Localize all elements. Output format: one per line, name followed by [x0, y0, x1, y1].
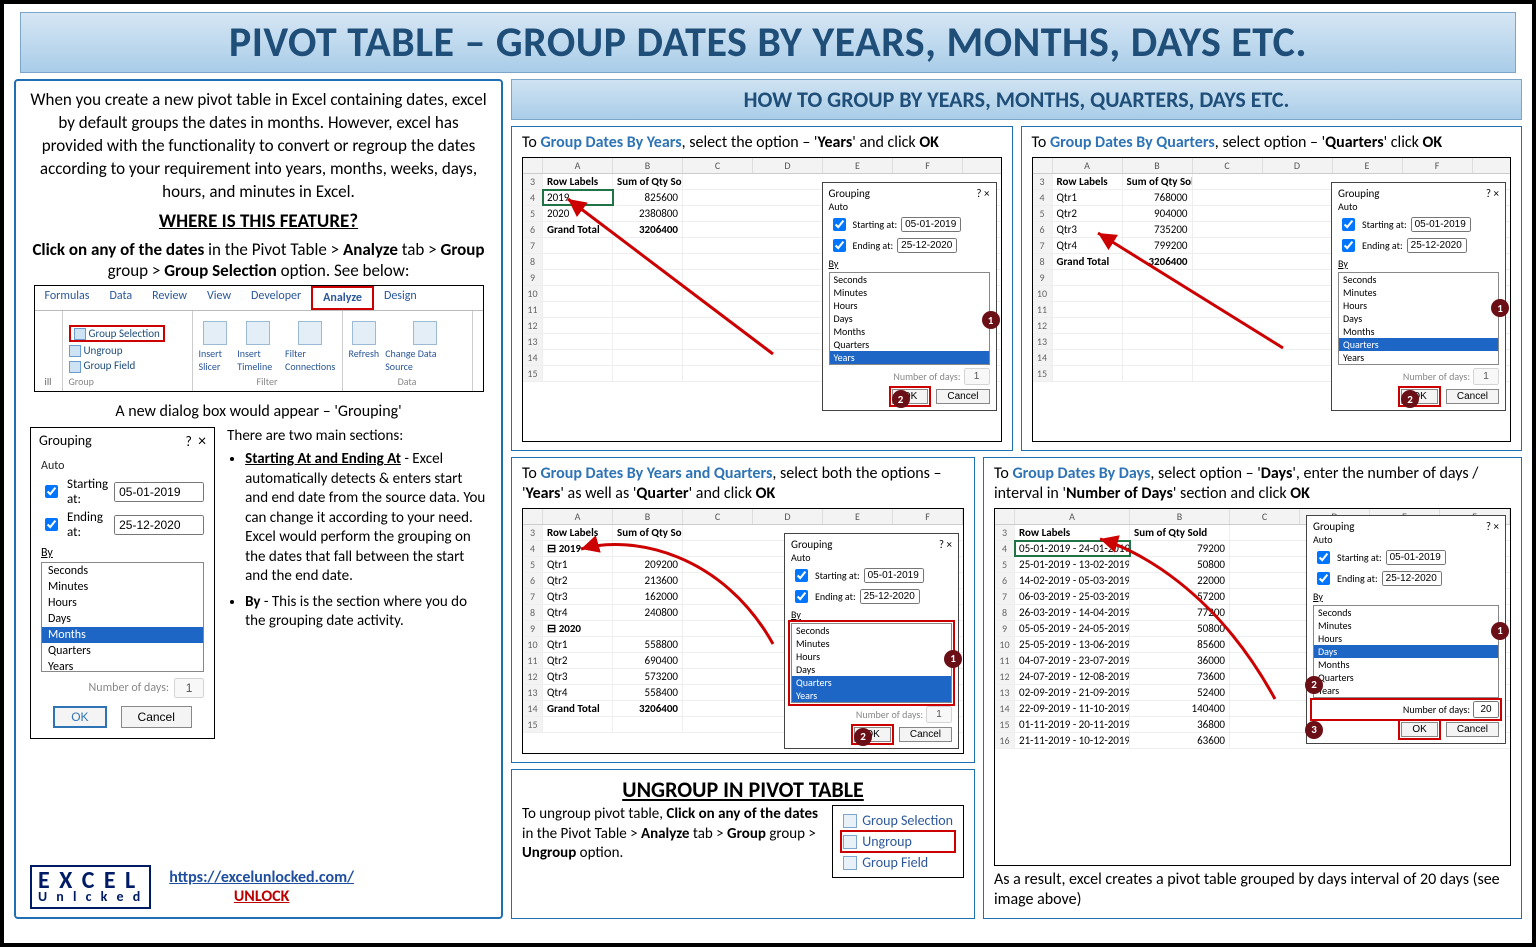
- field-icon: [843, 856, 857, 870]
- field-icon: [69, 361, 81, 373]
- ending-at-input[interactable]: [114, 515, 204, 535]
- insert-slicer-button[interactable]: Insert Slicer: [199, 321, 232, 373]
- by-list[interactable]: SecondsMinutesHoursDaysMonthsQuartersYea…: [41, 562, 204, 672]
- cell-quarters: To Group Dates By Quarters, select optio…: [1021, 126, 1523, 451]
- cancel-button[interactable]: Cancel: [121, 706, 192, 728]
- grouping-dialog: Grouping? × Auto Starting at: Ending at:…: [30, 427, 215, 739]
- close-icon[interactable]: ×: [198, 432, 206, 451]
- grouping-dialog-mini: Grouping? × Auto Starting at: Ending at:…: [822, 182, 997, 411]
- ribbon-tab[interactable]: Developer: [241, 286, 311, 310]
- step-marker-1: 1: [1491, 622, 1509, 640]
- step-marker-3: 3: [1305, 721, 1323, 739]
- grouping-dialog-mini: Grouping? × Auto Starting at: Ending at:…: [1331, 182, 1506, 411]
- howto-title: HOW TO GROUP BY YEARS, MONTHS, QUARTERS,…: [511, 79, 1522, 120]
- step-marker-2: 2: [892, 390, 910, 408]
- intro-text: When you create a new pivot table in Exc…: [30, 89, 487, 204]
- step-marker-2: 2: [1401, 390, 1419, 408]
- insert-timeline-button[interactable]: Insert Timeline: [237, 321, 279, 373]
- ok-button[interactable]: OK: [1401, 722, 1437, 737]
- group-field-button[interactable]: Group Field: [69, 359, 136, 372]
- ribbon-tab[interactable]: View: [197, 286, 241, 310]
- step-marker-1: 1: [1491, 299, 1509, 317]
- group-field-button[interactable]: Group Field: [841, 852, 955, 873]
- sheet-days: ABCDEF 3Row LabelsSum of Qty Sold 405-01…: [994, 508, 1511, 866]
- help-icon[interactable]: ?: [185, 433, 192, 450]
- change-data-source-button[interactable]: Change Data Source: [385, 321, 465, 373]
- unlock-link[interactable]: UNLOCK: [169, 887, 354, 906]
- feature-heading: WHERE IS THIS FEATURE?: [30, 210, 487, 233]
- ungroup-button[interactable]: Ungroup: [841, 831, 955, 852]
- cancel-button[interactable]: Cancel: [936, 389, 989, 404]
- sheet-years: ABCDEF 3Row LabelsSum of Qty Sold 420198…: [522, 157, 1002, 442]
- cell-years: To Group Dates By Years, select the opti…: [511, 126, 1013, 451]
- ribbon-tab[interactable]: Data: [99, 286, 142, 310]
- filter-connections-button[interactable]: Filter Connections: [285, 321, 336, 373]
- ribbon-group-box: Group Selection Ungroup Group Field: [832, 805, 964, 878]
- grouping-caption: A new dialog box would appear – 'Groupin…: [30, 402, 487, 421]
- ribbon-stub: ill: [45, 375, 52, 388]
- cell-years-quarters: To Group Dates By Years and Quarters, se…: [511, 457, 975, 763]
- bullet-explainer: There are two main sections: Starting At…: [227, 427, 487, 739]
- navigation-step: Click on any of the dates in the Pivot T…: [30, 239, 487, 281]
- step-marker-2: 2: [1305, 676, 1323, 694]
- sheet-yq: ABCDEF 3Row LabelsSum of Qty Sold 4⊟ 201…: [522, 508, 964, 754]
- cancel-button[interactable]: Cancel: [1446, 722, 1499, 737]
- number-of-days-input: [174, 678, 204, 698]
- cell-ungroup: UNGROUP IN PIVOT TABLE To ungroup pivot …: [511, 769, 975, 919]
- intro-panel: When you create a new pivot table in Exc…: [14, 79, 503, 919]
- grouping-dialog-mini: Grouping? × Auto Starting at: Ending at:…: [784, 533, 959, 749]
- ungroup-icon: [843, 835, 857, 849]
- ribbon-tab-analyze[interactable]: Analyze: [311, 286, 374, 310]
- arrow-icon: [843, 814, 857, 828]
- number-of-days-input[interactable]: [1473, 701, 1499, 718]
- group-selection-button[interactable]: Group Selection: [69, 325, 165, 342]
- group-selection-button[interactable]: Group Selection: [841, 810, 955, 831]
- page-title: PIVOT TABLE – GROUP DATES BY YEARS, MONT…: [20, 12, 1516, 73]
- step-marker-2: 2: [854, 728, 872, 746]
- ungroup-icon: [69, 345, 81, 357]
- ribbon-tab[interactable]: Design: [374, 286, 427, 310]
- cell-days: To Group Dates By Days, select option – …: [983, 457, 1522, 919]
- grouping-dialog-mini: Grouping? × Auto Starting at: Ending at:…: [1306, 515, 1506, 744]
- ungroup-button[interactable]: Ungroup: [69, 344, 123, 357]
- ok-button[interactable]: OK: [53, 706, 106, 728]
- step-marker-1: 1: [944, 650, 962, 668]
- starting-at-checkbox[interactable]: [45, 485, 58, 498]
- sheet-quarters: ABCDEF 3Row LabelsSum of Qty Sold 4Qtr17…: [1032, 157, 1512, 442]
- site-link[interactable]: https://excelunlocked.com/: [169, 868, 354, 887]
- refresh-button[interactable]: Refresh: [349, 321, 380, 373]
- ending-at-checkbox[interactable]: [45, 518, 58, 531]
- ribbon-tab[interactable]: Formulas: [35, 286, 100, 310]
- arrow-icon: [74, 328, 86, 340]
- cancel-button[interactable]: Cancel: [1446, 389, 1499, 404]
- excel-ribbon: Formulas Data Review View Developer Anal…: [34, 285, 484, 392]
- ribbon-tab[interactable]: Review: [142, 286, 197, 310]
- step-marker-1: 1: [982, 311, 1000, 329]
- cancel-button[interactable]: Cancel: [899, 727, 952, 742]
- days-result-text: As a result, excel creates a pivot table…: [994, 870, 1511, 910]
- starting-at-input[interactable]: [114, 482, 204, 502]
- excel-unlocked-logo: E X C E L U n l c k e d: [30, 865, 151, 909]
